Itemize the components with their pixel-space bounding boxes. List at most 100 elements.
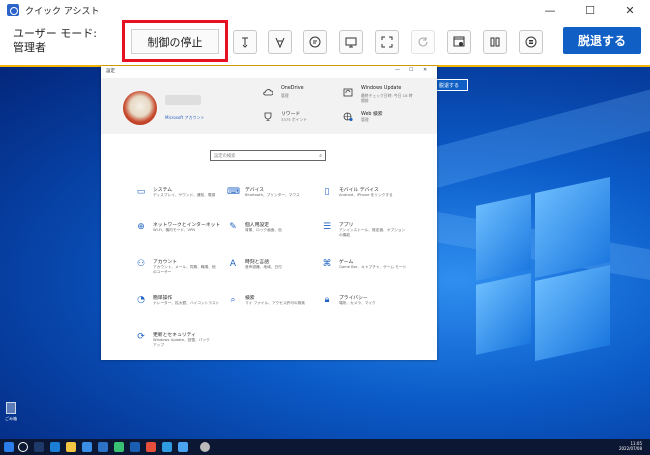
recycle-bin-icon: [6, 402, 16, 414]
user-mode-value: 管理者: [13, 41, 46, 54]
category-subtitle: アンインストール、既定値、オプション の機能: [339, 228, 406, 237]
category-title: アカウント: [153, 260, 177, 265]
globe-icon: [343, 112, 353, 121]
settings-category-accounts[interactable]: ⚇ アカウント アカウント、メール、同期、職場、他 のユーザー: [135, 258, 225, 282]
restart-button[interactable]: [411, 30, 435, 54]
settings-category-ease-of-access[interactable]: ◔ 簡単操作 ナレーター、拡大鏡、ハイコントラスト: [135, 294, 225, 318]
remote-desktop-view[interactable]: 脱退する ごみ箱 設定 — ☐ ✕ Microsoft アカウント OneDri…: [0, 65, 650, 455]
magnifier-icon: ⌕: [230, 295, 236, 305]
header-item-title: Web 検索: [361, 112, 383, 117]
leave-button[interactable]: 脱退する: [563, 27, 641, 54]
settings-category-personalization[interactable]: ✎ 個人用設定 背景、ロック画面、色: [227, 221, 317, 245]
settings-gear-icon[interactable]: [200, 442, 210, 452]
maximize-button[interactable]: ☐: [570, 0, 610, 20]
account-name-redacted: [165, 95, 201, 105]
header-item-title: OneDrive: [281, 86, 304, 91]
header-item-onedrive[interactable]: OneDrive 管理: [263, 86, 333, 102]
category-title: 更新とセキュリティ: [153, 333, 196, 338]
header-item-web-search[interactable]: Web 検索 管理: [343, 110, 413, 126]
avatar[interactable]: [123, 91, 157, 125]
settings-category-privacy[interactable]: 🔒︎ プライバシー 場所、カメラ、マイク: [321, 294, 411, 318]
quick-assist-taskbar-icon[interactable]: [130, 442, 140, 452]
start-button[interactable]: [4, 442, 14, 452]
category-subtitle: 場所、カメラ、マイク: [339, 301, 376, 305]
settings-category-apps[interactable]: ☰ アプリ アンインストール、既定値、オプション の機能: [321, 221, 411, 245]
task-manager-button[interactable]: [447, 30, 471, 54]
settings-search-input[interactable]: 設定の検索 ⌕: [210, 150, 326, 161]
settings-category-update-security[interactable]: ⟳ 更新とセキュリティ Windows Update、回復、バック アップ: [135, 331, 225, 355]
category-title: アプリ: [339, 223, 354, 228]
title-bar: クイック アシスト — ☐ ✕: [0, 0, 650, 20]
chat-button[interactable]: [303, 30, 327, 54]
file-explorer-icon[interactable]: [66, 442, 76, 452]
select-monitor-button[interactable]: [339, 30, 363, 54]
stop-control-highlight: 制御の停止: [122, 20, 228, 62]
close-button[interactable]: ✕: [610, 0, 650, 20]
category-title: ネットワークとインターネット: [153, 223, 221, 228]
pen-icon: [242, 37, 248, 48]
category-subtitle: 音声認識、地域、日付: [245, 265, 282, 269]
settings-header: Microsoft アカウント OneDrive 管理 Windows Upda…: [101, 78, 437, 134]
person-icon: ⚇: [136, 259, 146, 269]
category-subtitle: 背景、ロック画面、色: [245, 228, 282, 232]
quick-assist-window: クイック アシスト — ☐ ✕ ユーザー モード: 管理者 制御の停止 脱退する…: [0, 0, 650, 455]
pen-button[interactable]: [233, 30, 257, 54]
settings-title-bar: 設定 — ☐ ✕: [101, 66, 437, 78]
category-subtitle: Android、iPhone をリンクする: [339, 193, 393, 197]
laser-pointer-button[interactable]: [268, 30, 292, 54]
taskbar: 11:05 2022/07/08: [0, 439, 650, 455]
settings-category-phone[interactable]: ▯ モバイル デバイス Android、iPhone をリンクする: [321, 186, 411, 210]
settings-category-system[interactable]: ▭ システム ディスプレイ、サウンド、通知、電源: [135, 186, 225, 210]
mail-icon[interactable]: [98, 442, 108, 452]
keyboard-icon: ⌨: [227, 187, 240, 197]
header-item-windows-update[interactable]: Windows Update 最終チェック日時: 今日 18 時 間前: [343, 86, 433, 106]
brush-icon: ✎: [229, 222, 237, 232]
stop-control-button[interactable]: 制御の停止: [131, 29, 219, 54]
edge-icon[interactable]: [50, 442, 60, 452]
category-subtitle: Bluetooth、プリンター、マウス: [245, 193, 300, 197]
settings-category-network[interactable]: ⊕ ネットワークとインターネット Wi-Fi、機内モード、VPN: [135, 221, 225, 245]
header-item-subtitle: 管理: [361, 117, 369, 122]
store-icon[interactable]: [82, 442, 92, 452]
category-title: 検索: [245, 296, 255, 301]
header-item-rewards[interactable]: リワード 3375 ポイント: [263, 110, 333, 126]
fullscreen-button[interactable]: [375, 30, 399, 54]
category-title: プライバシー: [339, 296, 368, 301]
task-view-icon[interactable]: [34, 442, 44, 452]
header-item-title: リワード: [281, 112, 301, 117]
settings-maximize-button[interactable]: ☐: [409, 67, 413, 73]
category-subtitle: アカウント、メール、同期、職場、他 のユーザー: [153, 265, 216, 274]
trophy-icon: [264, 112, 272, 121]
settings-window: 設定 — ☐ ✕ Microsoft アカウント OneDrive 管理 Win…: [101, 66, 437, 360]
category-subtitle: ディスプレイ、サウンド、通知、電源: [153, 193, 216, 197]
category-title: 簡単操作: [153, 296, 173, 301]
microsoft-account-link[interactable]: Microsoft アカウント: [165, 115, 204, 121]
settings-category-gaming[interactable]: ⌘ ゲーム Game Bar、キャプチャ、ゲーム モード: [321, 258, 411, 282]
app-icon[interactable]: [162, 442, 172, 452]
update-icon: [343, 88, 353, 97]
category-title: モバイル デバイス: [339, 188, 379, 193]
task-manager-icon: [453, 36, 465, 47]
settings-minimize-button[interactable]: —: [395, 67, 400, 73]
search-placeholder: 設定の検索: [214, 154, 236, 159]
details-button[interactable]: [519, 30, 543, 54]
settings-close-button[interactable]: ✕: [423, 67, 427, 73]
settings-category-time-language[interactable]: A 時刻と言語 音声認識、地域、日付: [227, 258, 317, 282]
minimize-button[interactable]: —: [530, 0, 570, 20]
recycle-bin[interactable]: ごみ箱: [3, 402, 19, 422]
globe-icon: ⊕: [137, 222, 145, 232]
cloud-icon: [263, 89, 273, 96]
pause-button[interactable]: [483, 30, 507, 54]
display-icon: [345, 37, 357, 48]
app-icon[interactable]: [178, 442, 188, 452]
apps-list-icon: ☰: [322, 222, 332, 232]
app-icon[interactable]: [146, 442, 156, 452]
category-subtitle: Game Bar、キャプチャ、ゲーム モード: [339, 265, 407, 269]
search-icon[interactable]: [18, 442, 28, 452]
system-tray[interactable]: 11:05 2022/07/08: [619, 441, 642, 451]
settings-category-devices[interactable]: ⌨ デバイス Bluetooth、プリンター、マウス: [227, 186, 317, 210]
settings-category-search[interactable]: ⌕ 検索 マイ ファイル、アクセス許可の検索: [227, 294, 317, 318]
toolbar: ユーザー モード: 管理者 制御の停止 脱退する: [0, 20, 650, 65]
category-title: 個人用設定: [245, 223, 269, 228]
app-icon[interactable]: [114, 442, 124, 452]
